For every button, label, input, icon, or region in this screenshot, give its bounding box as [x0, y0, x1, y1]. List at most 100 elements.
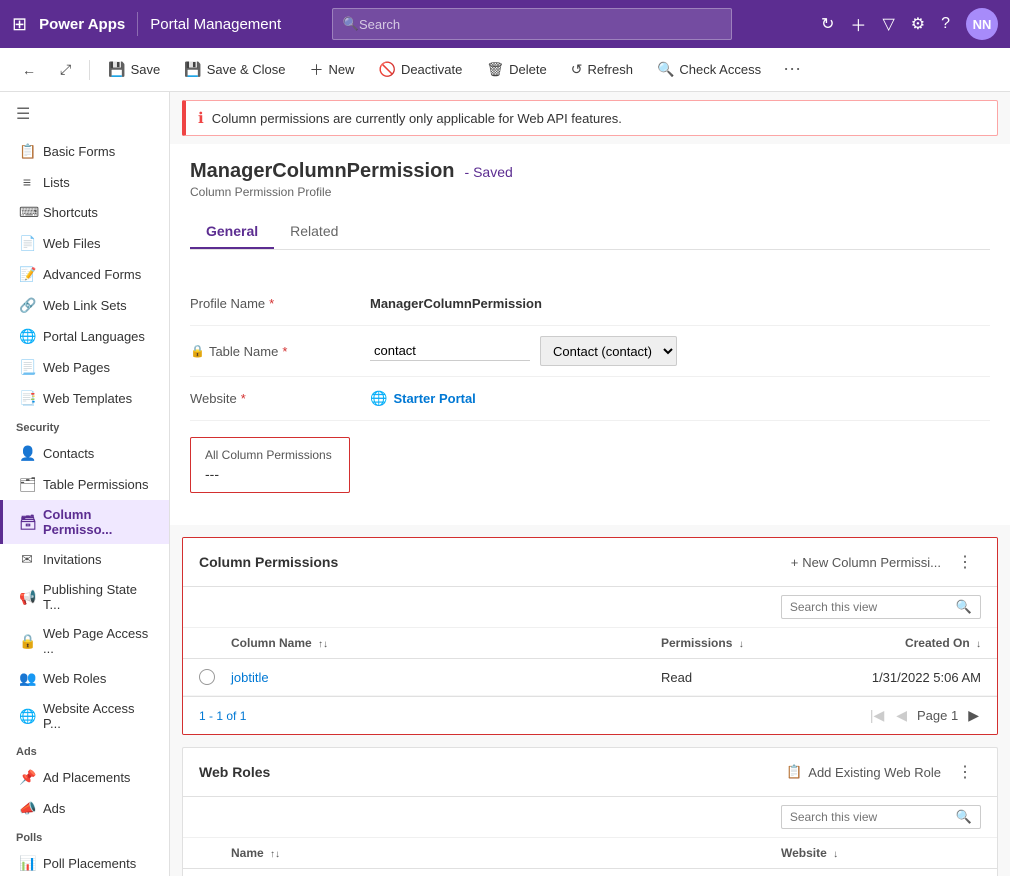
add-existing-web-role-button[interactable]: 📋 Add Existing Web Role	[778, 760, 949, 784]
wr-col-name-header[interactable]: Name ↑↓	[231, 846, 781, 860]
sidebar-item-basic-forms[interactable]: 📋 Basic Forms	[0, 136, 169, 167]
web-roles-title: Web Roles	[199, 764, 778, 780]
sidebar-item-label: Web Templates	[43, 391, 132, 406]
search-input[interactable]	[359, 17, 721, 32]
grid-more-icon[interactable]: ⋮	[949, 548, 981, 576]
cmd-separator-1	[89, 60, 90, 80]
sidebar-item-web-templates[interactable]: 📑 Web Templates	[0, 383, 169, 414]
web-roles-more-icon[interactable]: ⋮	[949, 758, 981, 786]
required-marker: *	[269, 296, 274, 311]
first-page-button[interactable]: |◀	[868, 705, 886, 726]
web-roles-header: Web Roles 📋 Add Existing Web Role ⋮	[183, 748, 997, 797]
deactivate-button[interactable]: 🚫 Deactivate	[369, 57, 473, 82]
restore-button[interactable]: ⤢	[50, 57, 81, 82]
user-avatar[interactable]: NN	[966, 8, 998, 40]
check-access-button[interactable]: 🔍 Check Access	[647, 57, 771, 82]
lists-icon: ≡	[19, 174, 35, 190]
sidebar-item-ad-placements[interactable]: 📌 Ad Placements	[0, 762, 169, 793]
global-search[interactable]: 🔍	[332, 8, 732, 40]
grid-search-icon: 🔍	[956, 599, 972, 615]
sidebar-item-publishing-state[interactable]: 📢 Publishing State T...	[0, 575, 169, 619]
web-roles-search-input[interactable]	[790, 810, 950, 824]
web-role-row: ManagerWebRole Starter Portal	[183, 869, 997, 876]
sidebar: ☰ 📋 Basic Forms ≡ Lists ⌨ Shortcuts 📄 We…	[0, 92, 170, 876]
table-name-select[interactable]: Contact (contact)	[540, 336, 677, 366]
created-sort-icon: ↓	[976, 639, 981, 650]
tab-general[interactable]: General	[190, 215, 274, 249]
basic-forms-icon: 📋	[19, 143, 35, 160]
table-name-input[interactable]	[370, 341, 530, 361]
col-name-header[interactable]: Column Name ↑↓	[231, 636, 661, 650]
tab-related[interactable]: Related	[274, 215, 354, 249]
sidebar-item-table-permissions[interactable]: 🗂 Table Permissions	[0, 469, 169, 500]
sidebar-item-web-link-sets[interactable]: 🔗 Web Link Sets	[0, 290, 169, 321]
sidebar-item-poll-placements[interactable]: 📊 Poll Placements	[0, 848, 169, 876]
sidebar-item-lists[interactable]: ≡ Lists	[0, 167, 169, 197]
alert-message: Column permissions are currently only ap…	[212, 111, 622, 126]
web-roles-search-icon: 🔍	[956, 809, 972, 825]
web-roles-search-box[interactable]: 🔍	[781, 805, 981, 829]
sidebar-item-label: Invitations	[43, 552, 102, 567]
next-page-button[interactable]: ▶	[966, 705, 981, 726]
sidebar-item-contacts[interactable]: 👤 Contacts	[0, 438, 169, 469]
save-close-button[interactable]: 💾 Save & Close	[174, 57, 295, 82]
prev-page-button[interactable]: ◀	[894, 705, 909, 726]
web-link-sets-icon: 🔗	[19, 297, 35, 314]
sidebar-item-ads[interactable]: 📣 Ads	[0, 793, 169, 824]
web-templates-icon: 📑	[19, 390, 35, 407]
new-button[interactable]: ＋ New	[299, 56, 364, 84]
grid-search-box[interactable]: 🔍	[781, 595, 981, 619]
delete-button[interactable]: 🗑 Delete	[476, 57, 556, 82]
table-permissions-icon: 🗂	[19, 476, 35, 493]
sidebar-item-label: Basic Forms	[43, 144, 115, 159]
apps-grid-icon[interactable]: ⊞	[12, 14, 27, 35]
back-button[interactable]: ←	[12, 58, 46, 82]
profile-name-value: ManagerColumnPermission	[370, 296, 990, 311]
row-checkbox[interactable]	[199, 669, 231, 685]
refresh-button[interactable]: ↺ Refresh	[561, 57, 643, 82]
sidebar-item-web-files[interactable]: 📄 Web Files	[0, 228, 169, 259]
row-permission: Read	[661, 670, 801, 685]
form-header: ManagerColumnPermission - Saved Column P…	[170, 144, 1010, 266]
sidebar-item-web-roles[interactable]: 👥 Web Roles	[0, 663, 169, 694]
web-roles-column-headers: Name ↑↓ Website ↓	[183, 838, 997, 869]
refresh-circle-icon[interactable]: ↻	[821, 14, 834, 34]
grid-count: 1 - 1 of 1	[199, 709, 868, 723]
row-column-name[interactable]: jobtitle	[231, 670, 661, 685]
help-icon[interactable]: ?	[941, 15, 950, 33]
website-link[interactable]: 🌐 Starter Portal	[370, 390, 476, 407]
sidebar-item-label: Web Page Access ...	[43, 626, 153, 656]
row-created-on: 1/31/2022 5:06 AM	[801, 670, 981, 685]
sidebar-item-web-page-access[interactable]: 🔒 Web Page Access ...	[0, 619, 169, 663]
col-perm-header[interactable]: Permissions ↓	[661, 636, 801, 650]
settings-icon[interactable]: ⚙	[911, 14, 925, 34]
form-title-row: ManagerColumnPermission - Saved	[190, 160, 990, 183]
sidebar-item-label: Website Access P...	[43, 701, 153, 731]
security-section-label: Security	[0, 414, 169, 438]
command-bar: ← ⤢ 💾 Save 💾 Save & Close ＋ New 🚫 Deacti…	[0, 48, 1010, 92]
search-icon: 🔍	[343, 16, 359, 32]
add-icon[interactable]: ＋	[850, 12, 866, 36]
sidebar-item-web-pages[interactable]: 📃 Web Pages	[0, 352, 169, 383]
new-column-permission-button[interactable]: + New Column Permissi...	[783, 551, 949, 574]
save-button[interactable]: 💾 Save	[98, 57, 170, 82]
more-options-icon[interactable]: ⋯	[775, 55, 809, 84]
col-created-header[interactable]: Created On ↓	[801, 636, 981, 650]
sidebar-item-column-permissions[interactable]: 🗃 Column Permisso...	[0, 500, 169, 544]
sidebar-item-invitations[interactable]: ✉ Invitations	[0, 544, 169, 575]
wr-col-website-header[interactable]: Website ↓	[781, 846, 981, 860]
sidebar-item-shortcuts[interactable]: ⌨ Shortcuts	[0, 197, 169, 228]
filter-icon[interactable]: ▽	[882, 14, 894, 34]
ads-icon: 📣	[19, 800, 35, 817]
sidebar-item-label: Contacts	[43, 446, 94, 461]
alert-banner: ℹ Column permissions are currently only …	[182, 100, 998, 136]
sidebar-item-portal-languages[interactable]: 🌐 Portal Languages	[0, 321, 169, 352]
website-row: Website * 🌐 Starter Portal	[190, 377, 990, 421]
sidebar-item-website-access[interactable]: 🌐 Website Access P...	[0, 694, 169, 738]
page-label: Page 1	[917, 708, 958, 723]
grid-footer: 1 - 1 of 1 |◀ ◀ Page 1 ▶	[183, 696, 997, 734]
grid-search-input[interactable]	[790, 600, 950, 614]
sidebar-item-advanced-forms[interactable]: 📝 Advanced Forms	[0, 259, 169, 290]
sidebar-hamburger[interactable]: ☰	[0, 92, 169, 136]
sidebar-item-label: Web Files	[43, 236, 101, 251]
